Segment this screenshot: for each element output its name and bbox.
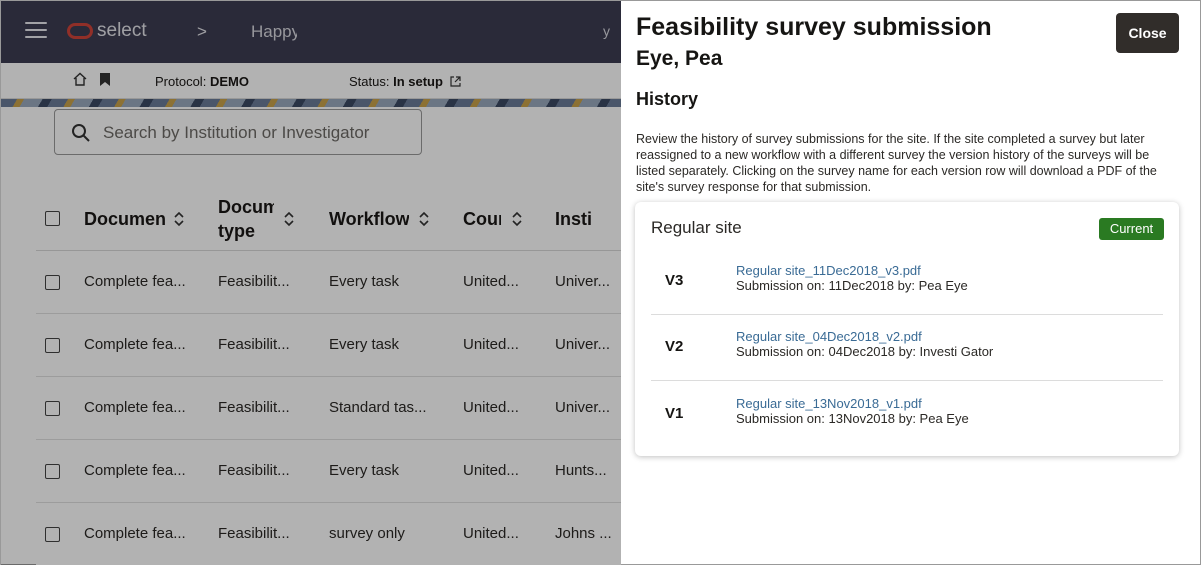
- site-title: Regular site: [651, 218, 742, 237]
- survey-pdf-link[interactable]: Regular site_13Nov2018_v1.pdf: [736, 396, 922, 411]
- current-badge: Current: [1099, 218, 1164, 240]
- drawer-title: Feasibility survey submission: [636, 13, 992, 41]
- version-label: V3: [665, 272, 684, 289]
- history-heading: History: [636, 89, 699, 109]
- survey-pdf-link[interactable]: Regular site_04Dec2018_v2.pdf: [736, 329, 922, 344]
- drawer-subtitle: Eye, Pea: [636, 47, 723, 70]
- version-row: V2 Regular site_04Dec2018_v2.pdf Submiss…: [651, 315, 1163, 381]
- site-history-card: Regular site Current V3 Regular site_11D…: [635, 202, 1179, 456]
- survey-pdf-link[interactable]: Regular site_11Dec2018_v3.pdf: [736, 263, 921, 278]
- version-label: V1: [665, 405, 684, 422]
- version-row: V3 Regular site_11Dec2018_v3.pdf Submiss…: [651, 249, 1163, 315]
- version-label: V2: [665, 338, 684, 355]
- history-description: Review the history of survey submissions…: [636, 132, 1157, 194]
- submission-meta: Submission on: 04Dec2018 by: Investi Gat…: [736, 344, 994, 359]
- submission-meta: Submission on: 13Nov2018 by: Pea Eye: [736, 411, 969, 426]
- survey-submission-drawer: Feasibility survey submission Eye, Pea C…: [621, 0, 1201, 565]
- version-row: V1 Regular site_13Nov2018_v1.pdf Submiss…: [651, 382, 1163, 448]
- submission-meta: Submission on: 11Dec2018 by: Pea Eye: [736, 278, 968, 293]
- close-button[interactable]: Close: [1116, 13, 1179, 53]
